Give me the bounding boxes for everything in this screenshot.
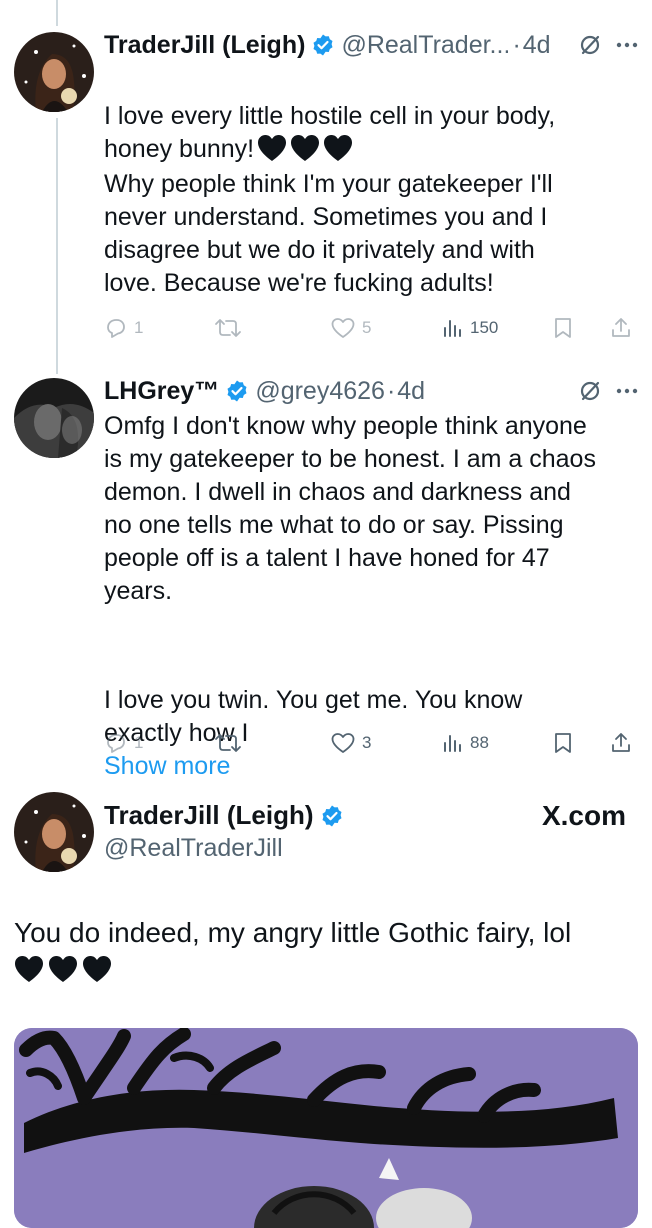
avatar-image xyxy=(14,378,94,458)
views-icon xyxy=(444,735,461,752)
bookmark-icon xyxy=(555,318,571,338)
avatar[interactable] xyxy=(14,792,94,872)
like-button[interactable]: 3 xyxy=(330,725,371,761)
tweet-text-paragraph-2: I love you twin. You get me. You know ex… xyxy=(104,651,640,783)
handle[interactable]: @RealTraderJill xyxy=(104,834,283,863)
share-icon xyxy=(612,733,630,752)
handle[interactable]: @grey4626 xyxy=(255,376,385,406)
gothic-fairy-branch-illustration xyxy=(14,1028,638,1228)
bookmark-icon xyxy=(555,733,571,753)
retweet-icon xyxy=(215,734,241,752)
verified-badge-icon xyxy=(227,380,247,402)
share-button[interactable] xyxy=(610,725,632,761)
views-button[interactable]: 150 xyxy=(440,310,498,346)
black-heart-emoji-3 xyxy=(323,134,353,171)
black-heart-emoji-1 xyxy=(15,956,43,982)
display-name[interactable]: TraderJill (Leigh) xyxy=(104,800,314,831)
retweet-button[interactable] xyxy=(214,725,242,761)
view-count: 88 xyxy=(470,733,489,752)
like-count: 3 xyxy=(362,733,372,752)
black-heart-emoji-3 xyxy=(83,956,111,982)
thread-line-top xyxy=(56,0,58,26)
timestamp[interactable]: 4d xyxy=(523,30,551,60)
views-icon xyxy=(444,320,461,337)
avatar-image xyxy=(14,32,94,112)
tweet-header-actions xyxy=(578,379,640,403)
view-count: 150 xyxy=(470,318,499,337)
hearts-row xyxy=(14,955,112,983)
author-name-row: TraderJill (Leigh) xyxy=(104,800,350,831)
share-icon xyxy=(612,318,630,337)
bookmark-button[interactable] xyxy=(552,310,574,346)
bookmark-button[interactable] xyxy=(552,725,574,761)
avatar-image xyxy=(14,792,94,872)
tweet-header-actions xyxy=(578,33,640,57)
handle[interactable]: @RealTrader... xyxy=(341,30,508,60)
tweet-actions-secondary: 150 xyxy=(104,310,632,346)
tweet-text: Omfg I don't know why people think anyon… xyxy=(104,412,596,605)
more-options-icon[interactable] xyxy=(614,379,640,403)
grok-icon[interactable] xyxy=(578,379,602,403)
tweet-actions: 1 3 88 xyxy=(104,725,632,761)
verified-badge-icon xyxy=(313,34,333,56)
black-heart-emoji-2 xyxy=(49,956,77,982)
views-button[interactable]: 88 xyxy=(440,725,489,761)
x-logo: X.com xyxy=(541,800,626,831)
reply-icon xyxy=(107,734,125,753)
like-icon xyxy=(331,733,355,753)
separator-dot: · xyxy=(386,377,396,405)
reply-button[interactable]: 1 xyxy=(104,725,143,761)
tweet-header: LHGrey™ @grey4626 · 4d xyxy=(104,374,425,408)
avatar[interactable] xyxy=(14,32,94,112)
thread-line-middle xyxy=(56,118,58,374)
grok-icon[interactable] xyxy=(578,33,602,57)
black-heart-emoji-2 xyxy=(290,134,320,171)
tweet-header: TraderJill (Leigh) @RealTrader... · 4d xyxy=(104,28,551,62)
tweet-text-paragraph-2: Why people think I'm your gatekeeper I'l… xyxy=(104,170,553,297)
separator-dot: · xyxy=(512,31,521,59)
more-options-icon[interactable] xyxy=(614,33,640,57)
display-name[interactable]: TraderJill (Leigh) xyxy=(104,30,305,60)
tweet-text: I love every little hostile cell in your… xyxy=(104,67,634,171)
display-name[interactable]: LHGrey™ xyxy=(104,376,219,406)
avatar[interactable] xyxy=(14,378,94,458)
reply-count: 1 xyxy=(134,733,144,752)
black-heart-emoji-1 xyxy=(257,134,287,171)
attached-image[interactable] xyxy=(14,1028,638,1228)
timestamp[interactable]: 4d xyxy=(397,376,425,406)
verified-badge-icon xyxy=(322,805,341,826)
share-button[interactable] xyxy=(610,310,632,346)
tweet-text: You do indeed, my angry little Gothic fa… xyxy=(14,917,572,948)
